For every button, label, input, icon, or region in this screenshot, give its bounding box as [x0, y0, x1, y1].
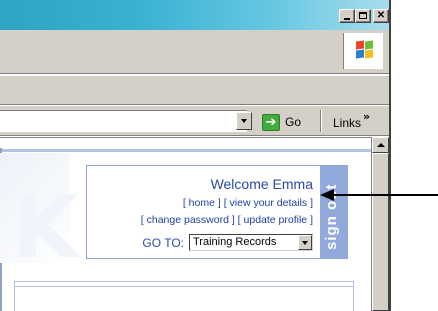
bracket: ] — [307, 214, 313, 226]
goto-control: GO TO: Training Records — [142, 234, 313, 251]
scroll-thumb[interactable] — [372, 153, 389, 311]
go-button[interactable]: ➔ Go — [262, 113, 301, 131]
go-arrow-icon: ➔ — [262, 113, 280, 131]
bracket: ] — [307, 197, 313, 209]
minimize-button[interactable] — [339, 9, 355, 23]
address-input[interactable] — [0, 110, 247, 132]
goto-dropdown-button[interactable] — [298, 235, 312, 250]
title-bar: ✕ — [0, 0, 391, 30]
browser-window: ✕ ➔ Go Links » K Welcome Emma [home] [… — [0, 0, 391, 311]
update-profile-link[interactable]: update profile — [244, 214, 308, 226]
goto-selected-value: Training Records — [193, 236, 277, 248]
home-link[interactable]: home — [189, 197, 215, 209]
maximize-icon — [359, 12, 367, 19]
watermark-letter: K — [12, 178, 79, 278]
bracket: ] [ — [214, 197, 230, 209]
close-button[interactable]: ✕ — [373, 9, 389, 23]
page-header-line — [0, 149, 371, 152]
menu-bar — [0, 30, 391, 75]
links-button[interactable]: Links — [333, 116, 361, 130]
dropdown-arrow-icon — [302, 241, 308, 245]
window-border — [389, 0, 391, 311]
close-icon: ✕ — [376, 10, 386, 21]
links-chevron-icon[interactable]: » — [363, 110, 370, 123]
goto-select[interactable]: Training Records — [189, 234, 313, 251]
maximize-button[interactable] — [355, 9, 371, 23]
change-password-link[interactable]: change password — [147, 214, 229, 226]
page-content: K Welcome Emma [ home ] [ view your deta… — [0, 137, 371, 311]
sign-out-label: sign out — [323, 183, 340, 250]
go-label: Go — [285, 115, 302, 129]
sign-out-button[interactable]: sign out — [320, 166, 348, 259]
throbber — [343, 33, 383, 69]
vertical-scrollbar[interactable] — [371, 137, 389, 311]
account-links-row-1: [ home ] [ view your details ] — [183, 197, 313, 209]
scroll-up-arrow-icon — [377, 143, 385, 147]
annotation-arrow-icon — [320, 189, 438, 201]
windows-flag-icon — [356, 40, 374, 59]
toolbar — [0, 75, 391, 105]
content-panel-line — [15, 286, 353, 287]
account-panel: Welcome Emma [ home ] [ view your detail… — [86, 165, 348, 259]
scroll-up-button[interactable] — [372, 137, 389, 153]
account-links-row-2: [ change password ] [ update profile ] — [141, 214, 313, 226]
welcome-text: Welcome Emma — [210, 176, 313, 192]
goto-label: GO TO: — [142, 235, 184, 250]
view-details-link[interactable]: view your details — [230, 197, 308, 209]
background-watermark: K — [0, 153, 79, 278]
dropdown-arrow-icon — [241, 119, 247, 123]
bracket: ] [ — [228, 214, 244, 226]
toolbar-divider — [320, 110, 322, 132]
minimize-icon — [344, 18, 350, 20]
address-dropdown-button[interactable] — [236, 112, 252, 130]
content-panel — [14, 281, 354, 311]
address-bar: ➔ Go Links » — [0, 106, 391, 136]
